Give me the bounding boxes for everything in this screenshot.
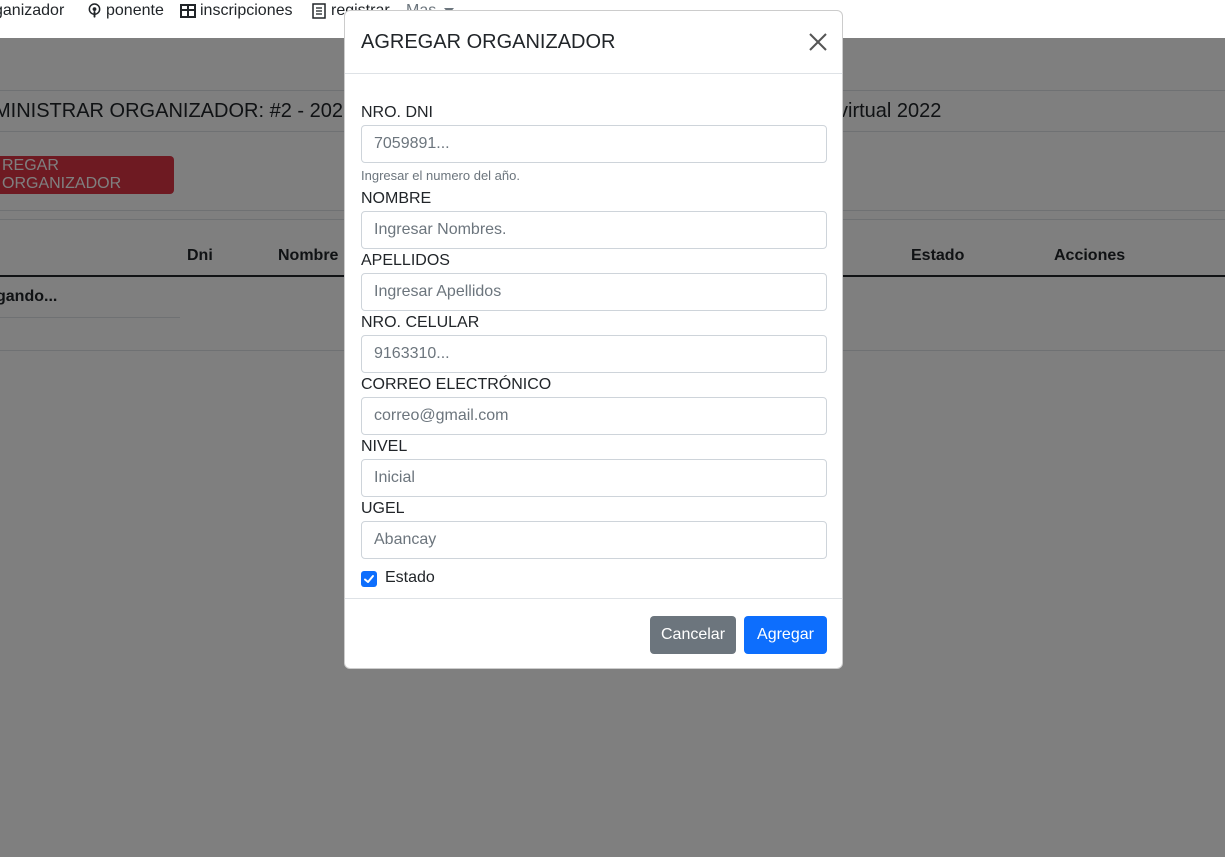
apellidos-input[interactable] (361, 273, 827, 311)
dni-input[interactable] (361, 125, 827, 163)
close-icon (809, 33, 827, 51)
ugel-label: UGEL (361, 500, 405, 517)
nivel-input[interactable] (361, 459, 827, 497)
modal-footer: Cancelar Agregar (345, 598, 842, 669)
modal-header: AGREGAR ORGANIZADOR (345, 11, 842, 74)
nav-item-label: ponente (106, 2, 164, 19)
nav-item-organizador[interactable]: ganizador (0, 1, 64, 21)
celular-input[interactable] (361, 335, 827, 373)
check-icon (364, 575, 374, 583)
correo-label: CORREO ELECTRÓNICO (361, 376, 552, 393)
estado-checkbox[interactable] (361, 571, 377, 587)
close-button[interactable] (807, 31, 829, 53)
nombre-input[interactable] (361, 211, 827, 249)
apellidos-label: APELLIDOS (361, 252, 450, 269)
dni-help-text: Ingresar el numero del año. (361, 168, 520, 183)
submit-button[interactable]: Agregar (744, 616, 827, 654)
form-icon (311, 3, 327, 19)
nivel-label: NIVEL (361, 438, 408, 455)
add-organizer-modal: AGREGAR ORGANIZADOR NRO. DNI Ingresar el… (344, 10, 843, 669)
nav-item-label: inscripciones (200, 2, 293, 19)
cancel-button[interactable]: Cancelar (650, 616, 736, 654)
modal-title: AGREGAR ORGANIZADOR (361, 31, 616, 53)
correo-input[interactable] (361, 397, 827, 435)
nombre-label: NOMBRE (361, 190, 432, 207)
podcast-icon (86, 3, 102, 19)
celular-label: NRO. CELULAR (361, 314, 480, 331)
estado-label: Estado (385, 569, 435, 586)
ugel-input[interactable] (361, 521, 827, 559)
nav-item-label: ganizador (0, 2, 65, 19)
table-icon (180, 3, 196, 19)
nav-item-ponente[interactable]: ponente (86, 1, 164, 21)
dni-label: NRO. DNI (361, 104, 433, 121)
nav-item-inscripciones[interactable]: inscripciones (180, 1, 292, 21)
